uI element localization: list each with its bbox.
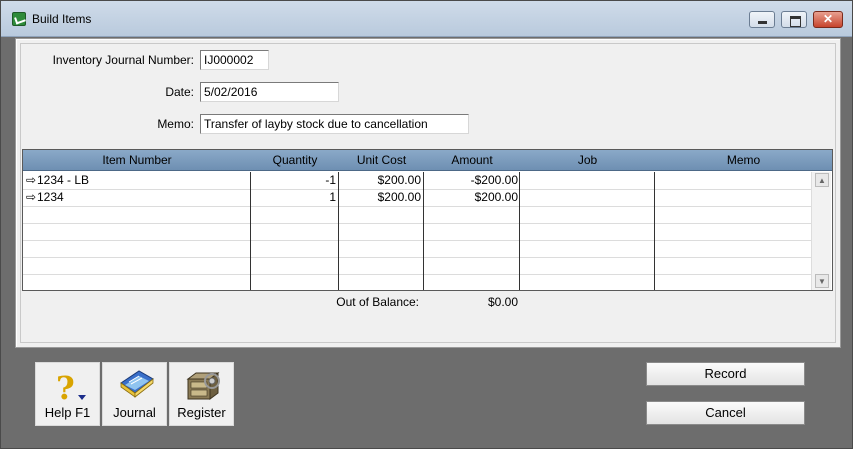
column-header-memo[interactable]: Memo	[655, 153, 832, 167]
help-button-label: Help F1	[44, 405, 91, 420]
column-header-amount[interactable]: Amount	[424, 153, 520, 167]
journal-button-label: Journal	[113, 405, 156, 420]
journal-number-field[interactable]: IJ000002	[200, 50, 269, 70]
out-of-balance-label: Out of Balance:	[336, 295, 419, 309]
window-title: Build Items	[32, 12, 92, 26]
quantity-cell[interactable]: -1	[253, 172, 336, 189]
amount-cell[interactable]: $200.00	[426, 189, 518, 206]
row-divider	[23, 206, 811, 207]
column-divider	[250, 172, 251, 290]
memo-label: Memo:	[157, 117, 194, 131]
column-divider	[338, 172, 339, 290]
column-header-unit-cost[interactable]: Unit Cost	[339, 153, 424, 167]
maximize-button[interactable]	[781, 11, 807, 28]
close-button[interactable]	[813, 11, 843, 28]
row-divider	[23, 240, 811, 241]
grid-header: Item Number Quantity Unit Cost Amount Jo…	[23, 150, 832, 171]
unit-cost-cell[interactable]: $200.00	[341, 172, 421, 189]
column-header-quantity[interactable]: Quantity	[251, 153, 339, 167]
balance-row: Out of Balance: $0.00	[22, 291, 833, 313]
register-cabinet-icon	[186, 372, 220, 400]
date-label: Date:	[165, 85, 194, 99]
journal-number-label: Inventory Journal Number:	[52, 53, 194, 67]
item-number-text: 1234	[37, 190, 64, 204]
build-items-window: Build Items Inventory Journal Number: IJ…	[0, 0, 853, 449]
dropdown-arrow-icon	[78, 395, 86, 400]
row-divider	[23, 223, 811, 224]
app-icon	[12, 12, 26, 26]
item-number-text: 1234 - LB	[37, 173, 90, 187]
help-button[interactable]: ? Help F1	[35, 362, 100, 426]
record-button[interactable]: Record	[646, 362, 805, 386]
item-number-cell[interactable]: ⇨1234	[26, 189, 64, 206]
journal-book-icon	[120, 370, 154, 398]
title-bar[interactable]: Build Items	[1, 1, 852, 37]
register-button[interactable]: Register	[169, 362, 234, 426]
help-question-icon: ?	[56, 369, 75, 407]
item-number-cell[interactable]: ⇨1234 - LB	[26, 172, 89, 189]
zoom-arrow-icon[interactable]: ⇨	[26, 172, 37, 189]
minimize-button[interactable]	[749, 11, 775, 28]
scroll-up-icon[interactable]: ▲	[815, 173, 829, 187]
column-header-job[interactable]: Job	[520, 153, 655, 167]
row-divider	[23, 257, 811, 258]
grid-scrollbar[interactable]: ▲ ▼	[811, 172, 831, 290]
items-grid: Item Number Quantity Unit Cost Amount Jo…	[22, 149, 833, 291]
unit-cost-cell[interactable]: $200.00	[341, 189, 421, 206]
register-button-label: Register	[177, 405, 226, 420]
column-header-item-number[interactable]: Item Number	[23, 153, 251, 167]
quantity-cell[interactable]: 1	[253, 189, 336, 206]
column-divider	[519, 172, 520, 290]
row-divider	[23, 274, 811, 275]
amount-cell[interactable]: -$200.00	[426, 172, 518, 189]
journal-button[interactable]: Journal	[102, 362, 167, 426]
memo-field[interactable]: Transfer of layby stock due to cancellat…	[200, 114, 469, 134]
scroll-down-icon[interactable]: ▼	[815, 274, 829, 288]
out-of-balance-value: $0.00	[487, 295, 518, 309]
column-divider	[423, 172, 424, 290]
zoom-arrow-icon[interactable]: ⇨	[26, 189, 37, 206]
column-divider	[654, 172, 655, 290]
date-field[interactable]: 5/02/2016	[200, 82, 339, 102]
cancel-button[interactable]: Cancel	[646, 401, 805, 425]
